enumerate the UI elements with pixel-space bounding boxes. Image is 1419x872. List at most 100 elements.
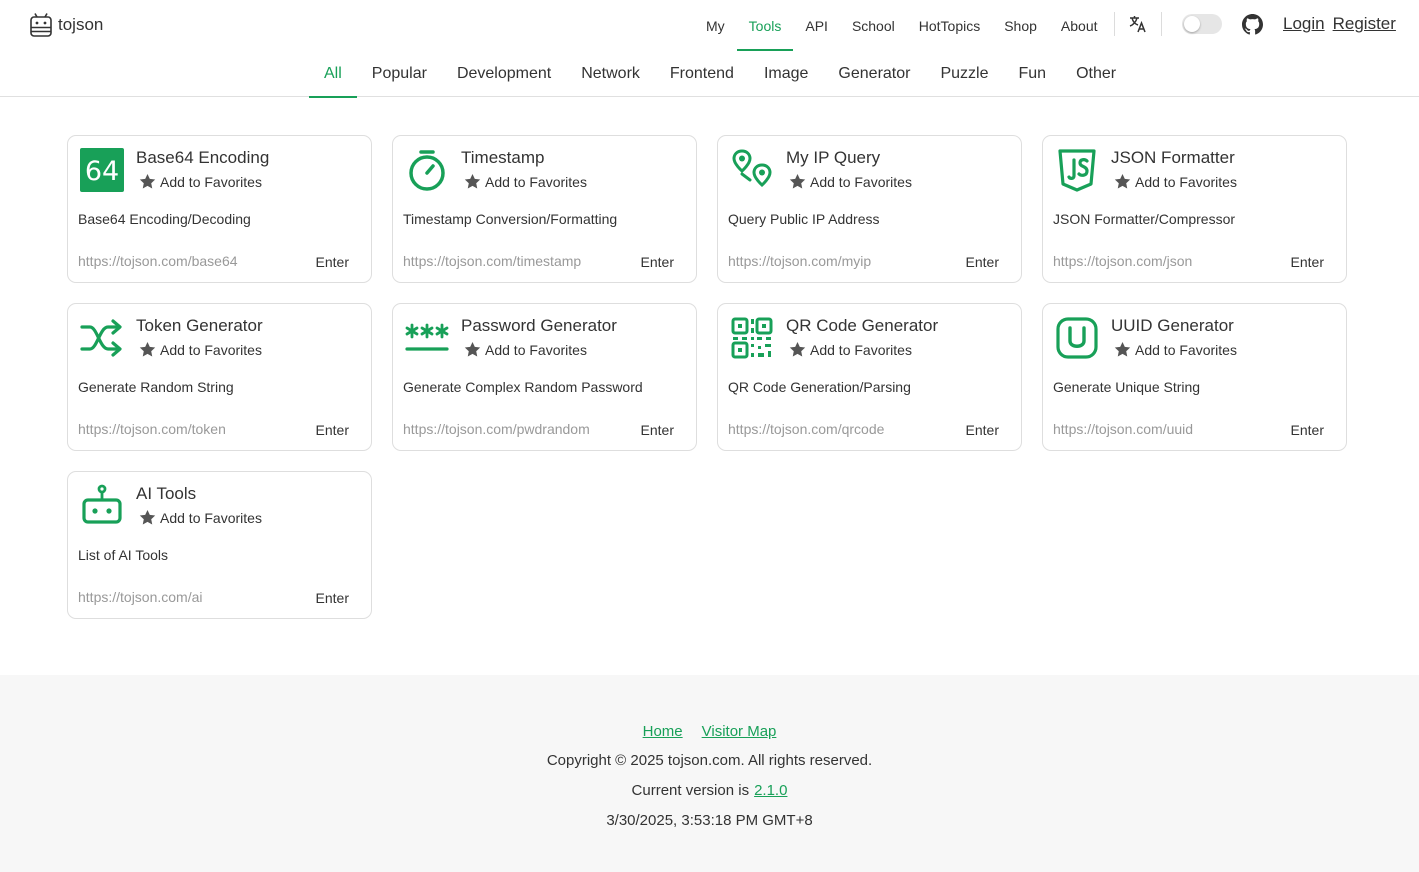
add-favorite-button[interactable]: Add to Favorites [788,172,912,191]
star-icon [789,341,806,357]
nav-tools[interactable]: Tools [736,0,794,51]
enter-button[interactable]: Enter [641,422,674,438]
footer-visitor-map-link[interactable]: Visitor Map [702,723,777,740]
favorite-label: Add to Favorites [160,173,262,190]
tool-url: https://tojson.com/timestamp [403,253,582,269]
enter-button[interactable]: Enter [316,254,349,270]
enter-button[interactable]: Enter [1291,254,1324,270]
theme-toggle[interactable] [1182,14,1222,34]
tool-description: List of AI Tools [78,547,169,563]
star-icon [139,509,156,525]
add-favorite-button[interactable]: Add to Favorites [788,340,912,359]
tab-network[interactable]: Network [566,51,655,97]
add-favorite-button[interactable]: Add to Favorites [463,172,587,191]
nav-hottopics[interactable]: HotTopics [907,0,992,51]
tab-development[interactable]: Development [442,51,566,97]
enter-button[interactable]: Enter [316,422,349,438]
enter-button[interactable]: Enter [966,254,999,270]
tool-title[interactable]: JSON Formatter [1111,148,1235,168]
copyright: Copyright © 2025 tojson.com. All rights … [0,752,1419,769]
footer: Home Visitor Map Copyright © 2025 tojson… [0,675,1419,872]
shuffle-icon [79,315,125,361]
tool-card[interactable]: AI Tools Add to Favorites List of AI Too… [67,471,372,619]
nav-api[interactable]: API [793,0,840,51]
tool-description: Generate Unique String [1053,379,1201,395]
tab-all[interactable]: All [309,51,357,98]
tool-url: https://tojson.com/qrcode [728,421,885,437]
tool-card[interactable]: JSON Formatter Add to Favorites JSON For… [1042,135,1347,283]
tab-puzzle[interactable]: Puzzle [925,51,1003,97]
favorite-label: Add to Favorites [1135,173,1237,190]
tab-popular[interactable]: Popular [357,51,442,97]
tool-title[interactable]: AI Tools [136,484,196,504]
tool-description: Query Public IP Address [728,211,880,227]
star-icon [464,341,481,357]
tool-description: Base64 Encoding/Decoding [78,211,251,227]
tool-title[interactable]: Timestamp [461,148,544,168]
tool-card[interactable]: 64 Base64 Encoding Add to Favorites Base… [67,135,372,283]
tool-card[interactable]: Token Generator Add to Favorites Generat… [67,303,372,451]
tool-card[interactable]: QR Code Generator Add to Favorites QR Co… [717,303,1022,451]
enter-button[interactable]: Enter [316,590,349,606]
nav-my[interactable]: My [694,0,737,51]
login-link[interactable]: Login [1283,14,1325,34]
add-favorite-button[interactable]: Add to Favorites [138,340,262,359]
tool-title[interactable]: QR Code Generator [786,316,938,336]
add-favorite-button[interactable]: Add to Favorites [138,508,262,527]
tool-card[interactable]: Password Generator Add to Favorites Gene… [392,303,697,451]
tab-frontend[interactable]: Frontend [655,51,749,97]
top-nav: My Tools API School HotTopics Shop About [694,0,1110,51]
password-icon [404,315,450,361]
tool-title[interactable]: My IP Query [786,148,880,168]
tab-fun[interactable]: Fun [1004,51,1062,97]
stopwatch-icon [404,147,450,193]
enter-button[interactable]: Enter [966,422,999,438]
tool-title[interactable]: Token Generator [136,316,263,336]
tool-url: https://tojson.com/pwdrandom [403,421,590,437]
favorite-label: Add to Favorites [160,509,262,526]
enter-button[interactable]: Enter [641,254,674,270]
translate-icon[interactable] [1128,14,1148,34]
tool-card[interactable]: My IP Query Add to Favorites Query Publi… [717,135,1022,283]
tab-generator[interactable]: Generator [823,51,925,97]
version-line: Current version is 2.1.0 [0,782,1419,799]
favorite-label: Add to Favorites [1135,341,1237,358]
tool-url: https://tojson.com/myip [728,253,872,269]
brand-name: tojson [58,15,104,34]
enter-button[interactable]: Enter [1291,422,1324,438]
footer-home-link[interactable]: Home [643,723,683,740]
copyright-text: Copyright © 2025 tojson.com. All rights … [546,752,873,769]
github-icon[interactable] [1242,13,1263,35]
uuid-icon [1054,315,1100,361]
base64-icon: 64 [79,147,125,193]
tool-card[interactable]: UUID Generator Add to Favorites Generate… [1042,303,1347,451]
logo[interactable]: tojson [29,12,103,38]
tool-title[interactable]: Password Generator [461,316,617,336]
add-favorite-button[interactable]: Add to Favorites [1113,172,1237,191]
js-shield-icon [1054,147,1100,193]
nav-shop[interactable]: Shop [992,0,1049,51]
tool-url: https://tojson.com/base64 [78,253,238,269]
star-icon [1114,341,1131,357]
tool-title[interactable]: UUID Generator [1111,316,1234,336]
tool-card[interactable]: Timestamp Add to Favorites Timestamp Con… [392,135,697,283]
tool-description: JSON Formatter/Compressor [1053,211,1236,227]
register-link[interactable]: Register [1333,14,1396,34]
add-favorite-button[interactable]: Add to Favorites [463,340,587,359]
add-favorite-button[interactable]: Add to Favorites [138,172,262,191]
star-icon [139,341,156,357]
tool-url: https://tojson.com/ai [78,589,203,605]
version-link[interactable]: 2.1.0 [754,782,787,799]
divider [1114,12,1115,36]
tool-description: Timestamp Conversion/Formatting [403,211,618,227]
tab-image[interactable]: Image [749,51,823,97]
tool-description: Generate Complex Random Password [403,379,643,395]
base64-icon-text: 64 [85,156,119,187]
tool-title[interactable]: Base64 Encoding [136,148,269,168]
add-favorite-button[interactable]: Add to Favorites [1113,340,1237,359]
star-icon [789,173,806,189]
nav-school[interactable]: School [840,0,907,51]
auth-links: Login Register [1283,14,1396,34]
nav-about[interactable]: About [1049,0,1110,51]
tab-other[interactable]: Other [1061,51,1131,97]
